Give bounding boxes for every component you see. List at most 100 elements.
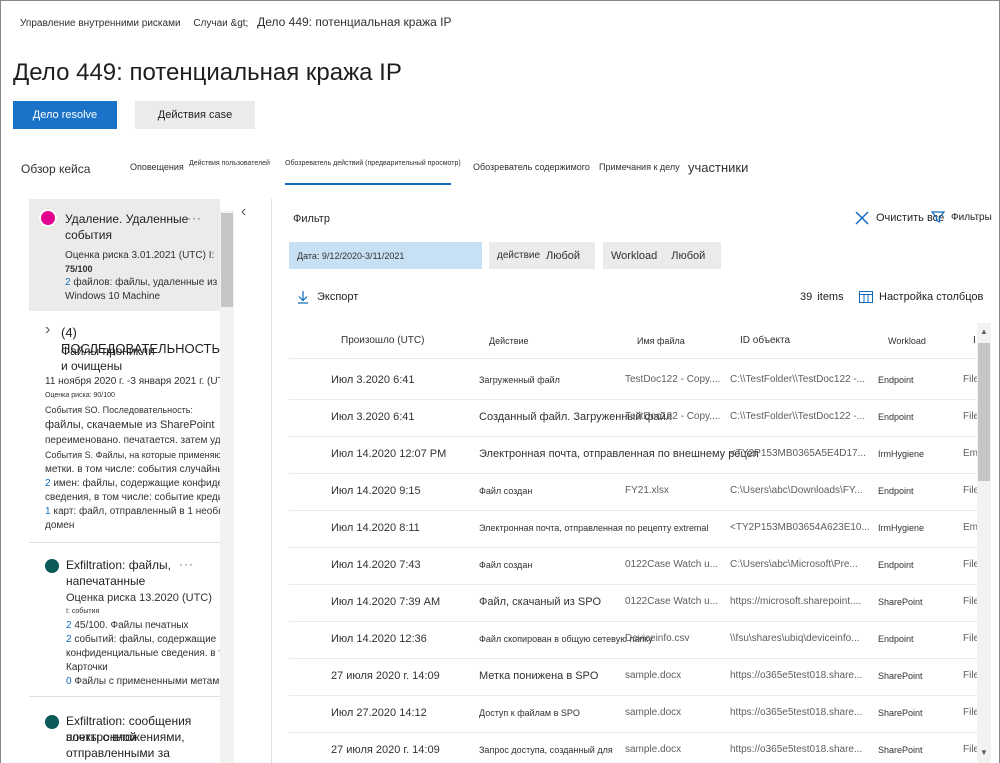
table-row[interactable]: 27 июля 2020 г. 14:09 Метка понижена в SP… bbox=[289, 659, 977, 696]
table-row[interactable]: Июл 14.2020 12:36 Файл скопирован в общую… bbox=[289, 622, 977, 659]
severity-medium-dot bbox=[45, 559, 59, 573]
scrollbar-thumb[interactable] bbox=[978, 343, 990, 481]
alerts-panel: Удаление. Удаленные события ··· Оценка р… bbox=[29, 199, 234, 763]
app-frame: Управление внутренними рисками Случаи &g… bbox=[0, 0, 1000, 763]
alert-detail-line: метки. в том числе: события случайных bbox=[45, 464, 230, 475]
scroll-up-icon[interactable]: ▲ bbox=[980, 327, 988, 336]
table-row[interactable]: Июл 14.2020 7:43 Файл создан 0122Case Watc… bbox=[289, 548, 977, 585]
cell-happened: Июл 14.2020 8:11 bbox=[331, 522, 420, 534]
cell-happened: Июл 14.2020 12:36 bbox=[331, 633, 427, 645]
customize-columns-button[interactable]: Настройка столбцов bbox=[859, 291, 983, 303]
alert-card[interactable]: Exfiltration: файлы, ··· напечатанные Оц… bbox=[29, 545, 234, 697]
table-row[interactable]: Июл 14.2020 7:39 AM Файл, скачаный из SPO… bbox=[289, 585, 977, 622]
workload-filter-chip[interactable]: Workload Любой bbox=[603, 242, 721, 269]
export-button[interactable]: Экспорт bbox=[297, 290, 358, 304]
more-options-icon[interactable]: ··· bbox=[179, 557, 194, 571]
column-header-file-name[interactable]: Имя файла bbox=[637, 336, 685, 346]
scroll-down-icon[interactable]: ▼ bbox=[980, 748, 988, 757]
cell-object-id: https://o365e5test018.share... bbox=[730, 670, 863, 681]
cell-file-name: TestDoc122 - Copy.... bbox=[625, 374, 721, 385]
alert-detail-line: домен bbox=[45, 520, 75, 531]
cell-object-id: C:\Users\abc\Microsoft\Pre... bbox=[730, 559, 858, 570]
resolve-case-button[interactable]: Дело resolve bbox=[13, 101, 117, 129]
alert-detail-line: Windows 10 Machine bbox=[65, 291, 161, 302]
cell-happened: Июл 14.2020 7:39 AM bbox=[331, 596, 441, 608]
alerts-scrollbar[interactable] bbox=[220, 211, 234, 763]
cell-happened: Июл 14.2020 12:07 PM bbox=[331, 448, 447, 460]
table-row[interactable]: Июл 14.2020 9:15 Файл создан FY21.xlsx C:\U… bbox=[289, 474, 977, 511]
column-header-object-id[interactable]: ID объекта bbox=[740, 335, 790, 346]
table-header: Произошло (UTC) Действие Имя файла ID об… bbox=[289, 323, 977, 359]
alert-detail-line: События SO. Последовательность: bbox=[45, 405, 193, 415]
table-scrollbar[interactable]: ▲ ▼ bbox=[977, 323, 991, 763]
date-filter-chip[interactable]: Дата: 9/12/2020-3/11/2021 bbox=[289, 242, 482, 269]
cell-item-type: File bbox=[963, 374, 977, 385]
columns-icon bbox=[859, 291, 873, 303]
cell-file-name: 0122Case Watch u... bbox=[625, 596, 719, 607]
chevron-right-icon[interactable]: › bbox=[45, 322, 50, 338]
alert-detail-line: 0 Файлы с примененными метами bbox=[66, 676, 225, 687]
filter-icon bbox=[931, 211, 945, 223]
cell-item-type: File bbox=[963, 596, 977, 607]
column-header-activity[interactable]: Действие bbox=[489, 336, 529, 346]
tab-alerts[interactable]: Оповещения bbox=[130, 162, 184, 172]
cell-object-id: C:\\TestFolder\\TestDoc122 -... bbox=[730, 374, 866, 385]
tab-content-explorer[interactable]: Обозреватель содержимого bbox=[473, 162, 590, 172]
tab-activity-explorer[interactable]: Обозреватель действий (предварительный п… bbox=[285, 160, 461, 167]
activity-filter-label: действие bbox=[497, 250, 541, 261]
cell-activity: Электронная почта, отправленная по рецеп… bbox=[479, 523, 709, 533]
scrollbar-thumb[interactable] bbox=[221, 213, 233, 307]
tab-contributors[interactable]: участники bbox=[688, 160, 748, 175]
page-title: Дело 449: потенциальная кража IP bbox=[13, 59, 402, 86]
alert-card[interactable]: › (4) ПОСЛЕДОВАТЕЛЬНОСТЬ: Файлы проникли… bbox=[29, 311, 234, 543]
date-filter-value: Дата: 9/12/2020-3/11/2021 bbox=[297, 250, 405, 261]
cell-workload: Endpoint bbox=[878, 412, 914, 422]
table-row[interactable]: Июл 3.2020 6:41 Загруженный файл TestDoc12… bbox=[289, 363, 977, 400]
alert-detail-line: 2 событий: файлы, содержащие bbox=[66, 634, 217, 645]
cell-happened: Июл 3.2020 6:41 bbox=[331, 411, 415, 423]
cell-activity: Электронная почта, отправленная по внешн… bbox=[479, 448, 759, 460]
tab-user-activity[interactable]: Действия пользователей bbox=[189, 160, 270, 167]
table-row[interactable]: Июл 27.2020 14:12 Доступ к файлам в SPO sa… bbox=[289, 696, 977, 733]
alert-risk-score: 75/100 bbox=[65, 264, 93, 274]
alert-title: Exfiltration: файлы, bbox=[66, 558, 171, 572]
cell-workload: Endpoint bbox=[878, 486, 914, 496]
alert-detail-line: События S. Файлы, на которые применяются bbox=[45, 450, 234, 460]
tab-case-overview[interactable]: Обзор кейса bbox=[21, 162, 90, 176]
breadcrumb-current: Дело 449: потенциальная кража IP bbox=[257, 15, 452, 29]
more-options-icon[interactable]: ··· bbox=[187, 211, 202, 225]
cell-workload: IrmHygiene bbox=[878, 523, 925, 533]
column-header-happened[interactable]: Произошло (UTC) bbox=[341, 335, 424, 346]
collapse-panel-icon[interactable]: ‹ bbox=[241, 203, 246, 221]
cell-object-id: C:\\TestFolder\\TestDoc122 -... bbox=[730, 411, 866, 422]
alert-card[interactable]: Exfiltration: сообщения электронной почт… bbox=[29, 699, 220, 763]
cell-item-type: File bbox=[963, 559, 977, 570]
table-row[interactable]: Июл 14.2020 8:11 Электронная почта, отпра… bbox=[289, 511, 977, 548]
cell-happened: 27 июля 2020 г. 14:09 bbox=[331, 670, 440, 682]
table-row[interactable]: Июл 14.2020 12:07 PM Электронная почта, о… bbox=[289, 437, 977, 474]
cell-workload: IrmHygiene bbox=[878, 449, 925, 459]
export-label: Экспорт bbox=[317, 291, 359, 303]
alert-detail-line: файлы, скачаемые из SharePoint bbox=[45, 419, 215, 431]
alert-subtitle: отправленными за пределами bbox=[66, 746, 170, 763]
table-row[interactable]: 27 июля 2020 г. 14:09 Запрос доступа, соз… bbox=[289, 733, 977, 763]
cell-item-type: File bbox=[963, 707, 977, 718]
table-row[interactable]: Июл 3.2020 6:41 Созданный файл. Загруженн… bbox=[289, 400, 977, 437]
case-actions-button[interactable]: Действия case bbox=[135, 101, 255, 129]
breadcrumb-cases[interactable]: Случаи &gt; bbox=[193, 18, 248, 29]
cell-workload: Endpoint bbox=[878, 634, 914, 644]
cell-item-type: Em bbox=[963, 448, 977, 459]
filters-button[interactable]: Фильтры bbox=[931, 210, 992, 224]
cell-file-name: sample.docx bbox=[625, 744, 682, 755]
cell-object-id: \\fsu\shares\ubiq\deviceinfo... bbox=[730, 633, 860, 644]
column-header-more[interactable]: I bbox=[973, 335, 976, 346]
alert-detail-line: 1 карт: файл, отправленный в 1 необналич… bbox=[45, 506, 234, 517]
alert-subtitle: и очищены bbox=[61, 359, 123, 373]
tab-case-notes[interactable]: Примечания к делу bbox=[599, 162, 680, 172]
alert-card[interactable]: Удаление. Удаленные события ··· Оценка р… bbox=[29, 199, 220, 311]
cell-workload: SharePoint bbox=[878, 671, 923, 681]
breadcrumb-irm[interactable]: Управление внутренними рисками bbox=[20, 18, 181, 29]
activity-filter-chip[interactable]: действие Любой bbox=[489, 242, 595, 269]
cell-workload: SharePoint bbox=[878, 597, 923, 607]
column-header-workload[interactable]: Workload bbox=[888, 336, 926, 346]
